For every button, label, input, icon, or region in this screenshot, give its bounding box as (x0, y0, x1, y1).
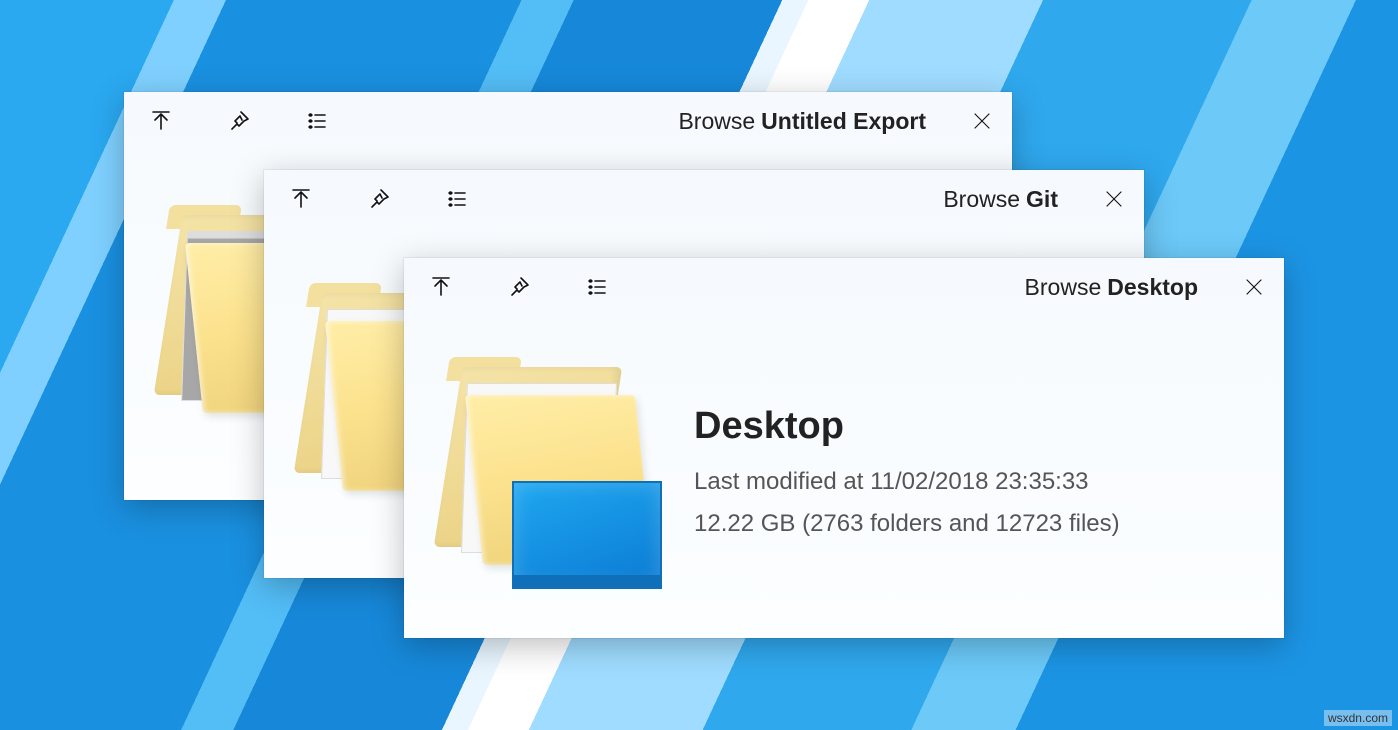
titlebar-actions (414, 272, 612, 302)
close-icon[interactable] (1094, 179, 1134, 219)
pin-icon[interactable] (364, 184, 394, 214)
window-title: Browse Desktop (1025, 274, 1198, 301)
list-settings-icon[interactable] (442, 184, 472, 214)
titlebar: Browse Untitled Export (124, 92, 1012, 150)
browse-target: Desktop (1107, 274, 1198, 301)
titlebar: Browse Git (264, 170, 1144, 228)
folder-info: Desktop Last modified at 11/02/2018 23:3… (694, 405, 1120, 538)
folder-stats: 12.22 GB (2763 folders and 12723 files) (694, 510, 1120, 538)
close-icon[interactable] (1234, 267, 1274, 307)
pin-icon[interactable] (224, 106, 254, 136)
desktop-folder-icon (434, 361, 654, 581)
folder-modified: Last modified at 11/02/2018 23:35:33 (694, 468, 1120, 496)
up-arrow-icon[interactable] (286, 184, 316, 214)
window-content: Desktop Last modified at 11/02/2018 23:3… (404, 316, 1284, 638)
preview-window-3: Browse Desktop Desktop Last modified at … (404, 258, 1284, 638)
browse-label: Browse (1025, 274, 1102, 301)
desktop-monitor-icon (512, 481, 662, 587)
browse-target: Git (1026, 186, 1058, 213)
titlebar: Browse Desktop (404, 258, 1284, 316)
pin-icon[interactable] (504, 272, 534, 302)
up-arrow-icon[interactable] (146, 106, 176, 136)
watermark: wsxdn.com (1324, 710, 1392, 726)
up-arrow-icon[interactable] (426, 272, 456, 302)
browse-label: Browse (678, 108, 755, 135)
list-settings-icon[interactable] (582, 272, 612, 302)
browse-label: Browse (943, 186, 1020, 213)
close-icon[interactable] (962, 101, 1002, 141)
window-title: Browse Untitled Export (678, 108, 926, 135)
titlebar-actions (134, 106, 332, 136)
browse-target: Untitled Export (761, 108, 926, 135)
window-title: Browse Git (943, 186, 1058, 213)
list-settings-icon[interactable] (302, 106, 332, 136)
titlebar-actions (274, 184, 472, 214)
folder-name: Desktop (694, 405, 1120, 448)
